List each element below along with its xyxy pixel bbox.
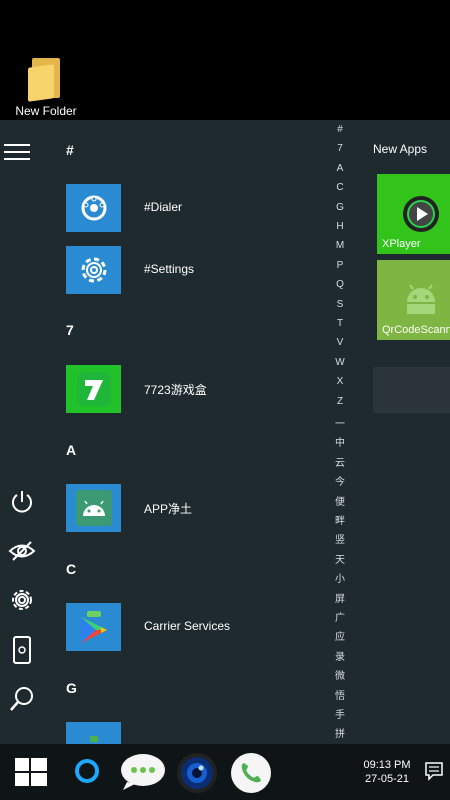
clock-date: 27-05-21 [364,773,410,785]
menu-icon[interactable] [4,144,30,162]
section-header-a[interactable]: A [66,442,76,458]
messages-icon[interactable] [118,751,168,793]
camera-icon[interactable] [174,751,220,795]
app-row-7723[interactable]: 7723游戏盒 [66,365,326,415]
search-icon[interactable] [6,683,38,715]
app-label: Carrier Services [144,619,231,633]
power-icon[interactable] [6,486,38,518]
alphabet-index[interactable]: #7 A C G H M P Q S T V W X Z 一中云今便畔竖天小屏广应录微悟手拼 [330,120,350,744]
alphabet-index-letter[interactable]: W [330,357,350,368]
app-label: #Dialer [144,200,183,214]
alphabet-index-letter[interactable]: 7 [330,143,350,154]
alphabet-index-letter[interactable]: 拼 [330,725,350,740]
alphabet-index-letter[interactable]: V [330,337,350,348]
phone-device-icon[interactable] [6,634,38,666]
phone-call-icon[interactable] [228,750,274,796]
alphabet-index-letter[interactable]: 广 [330,609,350,624]
start-menu: # #Dialer #Settings 7 7723游戏盒 A APP净土 C … [0,120,450,744]
tile-qrcodescanner[interactable]: QrCodeScanner [377,260,450,340]
folder-icon [28,56,64,102]
android-icon [403,280,439,316]
app-label: APP净土 [144,502,193,516]
alphabet-index-letter[interactable]: 便 [330,493,350,508]
start-rail [0,120,48,744]
hidden-eye-icon[interactable] [6,535,38,567]
windows-start-icon[interactable] [12,754,50,790]
section-header-hash[interactable]: # [66,142,74,158]
play-icon [66,603,121,651]
desktop: New Folder [0,0,450,120]
empty-tile-slot [373,367,450,413]
android-icon [66,484,121,532]
alphabet-index-letter[interactable]: 小 [330,570,350,585]
media-play-icon [401,194,441,234]
app-tile-partial [66,722,121,744]
cortana-icon[interactable] [72,756,102,786]
alphabet-index-letter[interactable]: H [330,221,350,232]
app-row-carrier-services[interactable]: Carrier Services [66,603,326,653]
alphabet-index-letter[interactable]: 云 [330,454,350,469]
section-header-7[interactable]: 7 [66,322,74,338]
alphabet-index-letter[interactable]: # [330,124,350,135]
system-clock[interactable]: 09:13 PM 27-05-21 [352,758,422,786]
alphabet-index-letter[interactable]: P [330,260,350,271]
alphabet-index-letter[interactable]: 悟 [330,687,350,702]
alphabet-index-letter[interactable]: 屏 [330,590,350,605]
alphabet-index-letter[interactable]: 录 [330,648,350,663]
tile-label: XPlayer [382,238,421,250]
app-list[interactable]: # #Dialer #Settings 7 7723游戏盒 A APP净土 C … [48,120,330,744]
alphabet-index-letter[interactable]: Q [330,279,350,290]
section-header-g[interactable]: G [66,680,77,696]
clock-time: 09:13 PM [363,759,411,771]
tile-xplayer[interactable]: XPlayer [377,174,450,254]
alphabet-index-letter[interactable]: G [330,202,350,213]
alphabet-index-letter[interactable]: X [330,376,350,387]
new-apps-title: New Apps [373,142,428,156]
alphabet-index-letter[interactable]: 中 [330,434,350,449]
alphabet-index-letter[interactable]: S [330,299,350,310]
7723-app-icon [66,365,121,413]
app-row-settings[interactable]: #Settings [66,246,326,296]
alphabet-index-letter[interactable]: 畔 [330,512,350,527]
alphabet-index-letter[interactable]: 天 [330,551,350,566]
app-row-dialer[interactable]: #Dialer [66,184,326,234]
section-header-c[interactable]: C [66,561,76,577]
alphabet-index-letter[interactable]: C [330,182,350,193]
gear-icon [66,246,121,294]
alphabet-index-letter[interactable]: A [330,163,350,174]
alphabet-index-letter[interactable]: T [330,318,350,329]
alphabet-index-letter[interactable]: 应 [330,628,350,643]
alphabet-index-letter[interactable]: M [330,240,350,251]
gear-icon[interactable] [6,584,38,616]
app-row-app-jingtu[interactable]: APP净土 [66,484,326,534]
alphabet-index-letter[interactable]: 一 [330,415,350,430]
alphabet-index-letter[interactable]: 今 [330,473,350,488]
tile-label: QrCodeScanner [382,324,450,336]
app-label: #Settings [144,262,195,276]
dialer-icon [66,184,121,232]
taskbar: 09:13 PM 27-05-21 [0,744,450,800]
live-tiles: New Apps XPlayer QrCodeScanner [364,120,450,744]
app-label: 7723游戏盒 [144,383,207,397]
notification-icon[interactable] [423,760,445,782]
alphabet-index-letter[interactable]: Z [330,396,350,407]
alphabet-index-letter[interactable]: 手 [330,706,350,721]
desktop-folder-label: New Folder [15,104,77,118]
app-row-partial[interactable] [66,722,326,744]
alphabet-index-letter[interactable]: 竖 [330,531,350,546]
alphabet-index-letter[interactable]: 微 [330,667,350,682]
